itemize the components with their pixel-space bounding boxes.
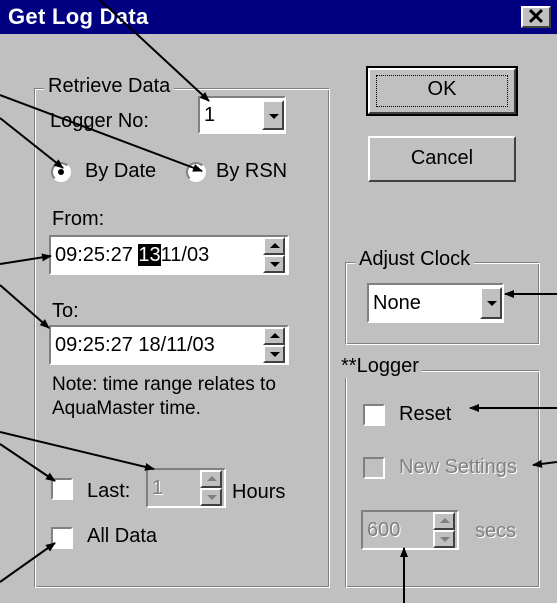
last-label: Last: (87, 480, 131, 502)
by-date-label: By Date (85, 160, 157, 182)
to-spin-down-button[interactable] (263, 345, 285, 363)
new-settings-checkbox[interactable] (363, 457, 385, 479)
logger-caption-text: Logger (356, 355, 419, 377)
to-spinner[interactable] (263, 327, 285, 363)
adjust-clock-value: None (373, 292, 421, 314)
spin-down-icon (207, 495, 217, 500)
by-rsn-label: By RSN (216, 160, 288, 182)
spin-down-icon (440, 537, 450, 542)
chevron-down-icon (269, 114, 279, 119)
from-datetime-value: 09:25:27 1311/03 (55, 244, 209, 267)
cancel-button[interactable]: Cancel (368, 136, 516, 182)
spin-up-icon (270, 243, 280, 248)
all-data-checkbox[interactable] (51, 527, 73, 549)
to-datetime-field[interactable]: 09:25:27 18/11/03 (49, 325, 289, 365)
last-checkbox[interactable] (51, 478, 73, 500)
all-data-label: All Data (87, 525, 158, 547)
radio-selected-dot (58, 169, 64, 175)
by-date-radio[interactable] (51, 162, 71, 182)
time-range-note: Note: time range relates to AquaMaster t… (52, 374, 276, 419)
cancel-label: Cancel (410, 147, 474, 169)
from-day-selected[interactable]: 13 (138, 244, 161, 266)
spin-up-icon (270, 333, 280, 338)
last-hours-spinner[interactable] (200, 470, 222, 506)
from-spin-down-button[interactable] (263, 255, 285, 273)
last-spin-up-button[interactable] (200, 470, 222, 488)
secs-label: secs (475, 520, 517, 542)
window-title: Get Log Data (8, 4, 149, 29)
logger-no-value: 1 (204, 104, 216, 126)
reset-label: Reset (399, 403, 452, 425)
secs-value: 600 (367, 519, 401, 541)
logger-no-label: Logger No: (50, 110, 149, 132)
to-datetime-value: 09:25:27 18/11/03 (55, 334, 215, 356)
to-spin-up-button[interactable] (263, 327, 285, 345)
ok-label: OK (427, 78, 457, 100)
spin-up-icon (207, 476, 217, 481)
from-label: From: (52, 208, 105, 230)
secs-spinner[interactable] (433, 512, 455, 548)
last-spin-down-button[interactable] (200, 488, 222, 506)
close-button[interactable]: ✕ (521, 6, 551, 28)
logger-no-dropdown-button[interactable] (262, 100, 284, 130)
title-bar: Get Log Data ✕ (0, 0, 557, 34)
logger-no-select[interactable]: 1 (198, 96, 286, 134)
retrieve-data-caption: Retrieve Data (44, 75, 175, 98)
adjust-clock-caption: Adjust Clock (355, 248, 475, 271)
close-icon: ✕ (526, 4, 546, 29)
logger-prefix: ** (341, 355, 357, 377)
from-time: 09:25:27 (55, 244, 133, 266)
secs-field[interactable]: 600 (361, 510, 459, 550)
secs-spin-down-button[interactable] (433, 530, 455, 548)
reset-checkbox[interactable] (363, 404, 385, 426)
chevron-down-icon (487, 301, 497, 306)
by-rsn-radio[interactable] (186, 162, 206, 182)
hours-label: Hours (232, 481, 286, 503)
adjust-clock-dropdown-button[interactable] (480, 287, 502, 319)
from-spin-up-button[interactable] (263, 237, 285, 255)
from-spinner[interactable] (263, 237, 285, 273)
spin-down-icon (270, 262, 280, 267)
from-datetime-field[interactable]: 09:25:27 1311/03 (49, 235, 289, 275)
last-hours-field[interactable]: 1 (146, 468, 226, 508)
new-settings-label: New Settings (399, 456, 517, 478)
logger-caption: **Logger (338, 355, 422, 378)
adjust-clock-select[interactable]: None (367, 283, 504, 323)
last-hours-value: 1 (152, 477, 164, 499)
secs-spin-up-button[interactable] (433, 512, 455, 530)
spin-down-icon (270, 352, 280, 357)
to-label: To: (52, 300, 79, 322)
get-log-data-dialog: Get Log Data ✕ Retrieve Data Logger No: … (0, 0, 557, 603)
from-month-year: 11/03 (160, 244, 210, 266)
spin-up-icon (440, 518, 450, 523)
ok-button[interactable]: OK (366, 66, 518, 116)
